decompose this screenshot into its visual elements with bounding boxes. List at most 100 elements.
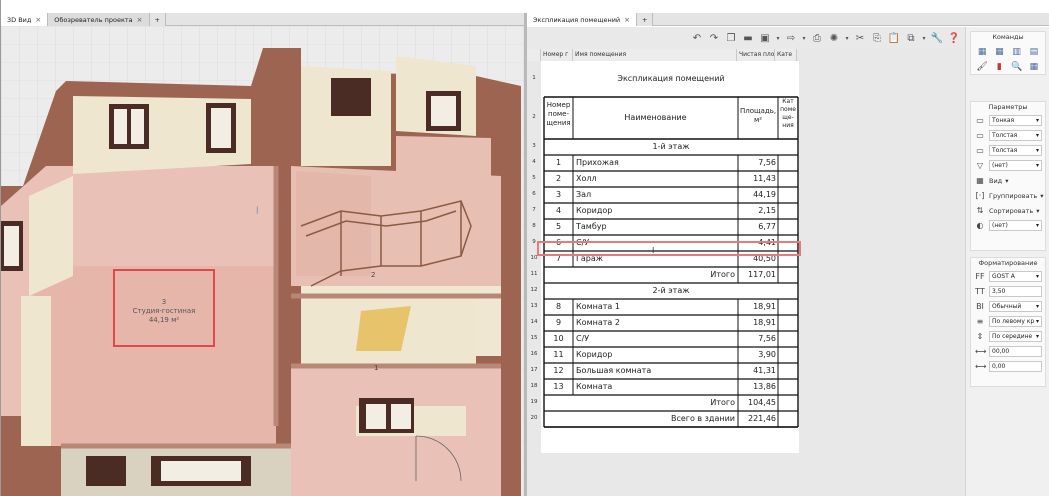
insert-row-below-icon[interactable]: ▦	[992, 46, 1006, 58]
room-number-tag[interactable]: 2	[371, 271, 375, 279]
row-number[interactable]: 13	[527, 303, 541, 309]
chevron-down-icon[interactable]: ▾	[921, 31, 927, 45]
room-name-cell[interactable]: Прихожая	[576, 155, 737, 171]
room-area-cell[interactable]: 18,91	[738, 315, 776, 331]
tab-room-schedule[interactable]: Экспликация помещений ×	[527, 13, 638, 26]
room-name-cell[interactable]: Комната	[576, 379, 737, 395]
h-align-select[interactable]: По левому кр ▾	[989, 316, 1042, 327]
add-tab-button[interactable]: +	[637, 13, 654, 26]
close-icon[interactable]: ×	[624, 14, 630, 26]
font-size-input[interactable]: 3,50	[989, 286, 1042, 297]
room-name-cell[interactable]: Коридор	[576, 203, 737, 219]
room-number-cell[interactable]: 8	[544, 299, 573, 315]
room-number-tag[interactable]: 1	[374, 364, 378, 372]
row-number[interactable]: 4	[527, 159, 541, 165]
room-number-cell[interactable]: 7	[544, 251, 573, 267]
group-button[interactable]: Группировать ▾	[989, 192, 1043, 200]
room-area-cell[interactable]: 13,86	[738, 379, 776, 395]
row-number[interactable]: 6	[527, 191, 541, 197]
row-number[interactable]: 20	[527, 415, 541, 421]
room-number-cell[interactable]: 6	[544, 235, 573, 251]
room-name-cell[interactable]: Гараж	[576, 251, 737, 267]
header-cell-area[interactable]: Площадь, м²	[739, 107, 777, 135]
indent-input[interactable]: 0,00	[989, 361, 1042, 372]
room-name-cell[interactable]: Коридор	[576, 347, 737, 363]
zoom-icon[interactable]: 🔍	[1010, 61, 1024, 73]
schedule-title[interactable]: Экспликация помещений	[544, 61, 798, 97]
row-number[interactable]: 8	[527, 223, 541, 229]
floor-section-title[interactable]: 2-й этаж	[544, 283, 798, 299]
row-number[interactable]: 11	[527, 271, 541, 277]
room-area-cell[interactable]: 40,50	[738, 251, 776, 267]
room-number-cell[interactable]: 10	[544, 331, 573, 347]
print-icon[interactable]: ⎙	[810, 31, 824, 45]
column-header[interactable]: Чистая плоі	[737, 49, 775, 61]
room-number-cell[interactable]: 2	[544, 171, 573, 187]
header-cell-name[interactable]: Наименование	[573, 97, 738, 139]
room-number-cell[interactable]: 1	[544, 155, 573, 171]
insert-column-icon[interactable]: ▥	[1010, 46, 1024, 58]
wrench-icon[interactable]: 🔧	[930, 31, 944, 45]
schedule-table[interactable]: Экспликация помещений Номер поме- щения На…	[541, 61, 799, 453]
chevron-down-icon[interactable]: ▾	[775, 31, 781, 45]
total-label-cell[interactable]: Всего в здании	[544, 411, 735, 427]
room-number-cell[interactable]: 11	[544, 347, 573, 363]
tab-3d-view[interactable]: 3D Вид ×	[1, 13, 49, 26]
room-name-cell[interactable]: Большая комната	[576, 363, 737, 379]
cut-icon[interactable]: ✂	[853, 31, 867, 45]
room-number-cell[interactable]: 9	[544, 315, 573, 331]
filter-select[interactable]: (нет) ▾	[989, 160, 1042, 171]
room-area-cell[interactable]: 11,43	[738, 171, 776, 187]
total-value-cell[interactable]: 117,01	[738, 267, 776, 283]
room-name-cell[interactable]: Тамбур	[576, 219, 737, 235]
room-name-cell[interactable]: Зал	[576, 187, 737, 203]
row-number[interactable]: 3	[527, 143, 541, 149]
room-number-cell[interactable]: 3	[544, 187, 573, 203]
line-weight-select[interactable]: Толстая ▾	[989, 145, 1042, 156]
column-header[interactable]: Номер г	[541, 49, 573, 61]
room-area-cell[interactable]: 18,91	[738, 299, 776, 315]
room-area-cell[interactable]: 7,56	[738, 155, 776, 171]
delete-icon[interactable]: ▮	[992, 61, 1006, 73]
header-cell-number[interactable]: Номер поме- щения	[545, 101, 572, 135]
room-area-cell[interactable]: 6,77	[738, 219, 776, 235]
merge-cells-icon[interactable]: ▤	[1027, 46, 1041, 58]
view-button[interactable]: Вид ▾	[989, 177, 1008, 185]
room-area-cell[interactable]: 44,19	[738, 187, 776, 203]
line-weight-select[interactable]: Толстая ▾	[989, 130, 1042, 141]
indent-input[interactable]: 00,00	[989, 346, 1042, 357]
tab-project-browser[interactable]: Обозреватель проекта ×	[48, 13, 150, 26]
layers-icon[interactable]: ⧉	[904, 31, 918, 45]
row-number[interactable]: 14	[527, 319, 541, 325]
save-icon[interactable]: ▣	[758, 31, 772, 45]
export-icon[interactable]: ⇨	[784, 31, 798, 45]
room-area-cell[interactable]: 7,56	[738, 331, 776, 347]
row-number[interactable]: 7	[527, 207, 541, 213]
selected-room-tag[interactable]: 3 Студия-гостиная 44,19 м²	[113, 269, 215, 347]
room-number-cell[interactable]: 13	[544, 379, 573, 395]
row-number[interactable]: 18	[527, 383, 541, 389]
copy-icon[interactable]: ⎘	[870, 31, 884, 45]
row-number[interactable]: 1	[527, 75, 541, 81]
chart-icon[interactable]: ▦	[1027, 61, 1041, 73]
room-name-cell[interactable]: Комната 2	[576, 315, 737, 331]
undo-icon[interactable]: ↶	[690, 31, 704, 45]
sort-button[interactable]: Сортировать ▾	[989, 207, 1039, 215]
line-weight-select[interactable]: Тонкая ▾	[989, 115, 1042, 126]
total-label-cell[interactable]: Итого	[544, 267, 735, 283]
settings-icon[interactable]: ✺	[827, 31, 841, 45]
room-area-cell[interactable]: 3,90	[738, 347, 776, 363]
row-number[interactable]: 19	[527, 399, 541, 405]
color-select[interactable]: (нет) ▾	[989, 220, 1042, 231]
insert-row-above-icon[interactable]: ▦	[975, 46, 989, 58]
floor-section-title[interactable]: 1-й этаж	[544, 139, 798, 155]
column-header[interactable]: Кате	[775, 49, 797, 61]
row-number[interactable]: 17	[527, 367, 541, 373]
room-area-cell[interactable]: 41,31	[738, 363, 776, 379]
row-number[interactable]: 9	[527, 239, 541, 245]
room-number-cell[interactable]: 12	[544, 363, 573, 379]
room-name-cell[interactable]: С/У	[576, 235, 737, 251]
total-value-cell[interactable]: 221,46	[738, 411, 776, 427]
chevron-down-icon[interactable]: ▾	[844, 31, 850, 45]
room-area-cell[interactable]: 2,15	[738, 203, 776, 219]
